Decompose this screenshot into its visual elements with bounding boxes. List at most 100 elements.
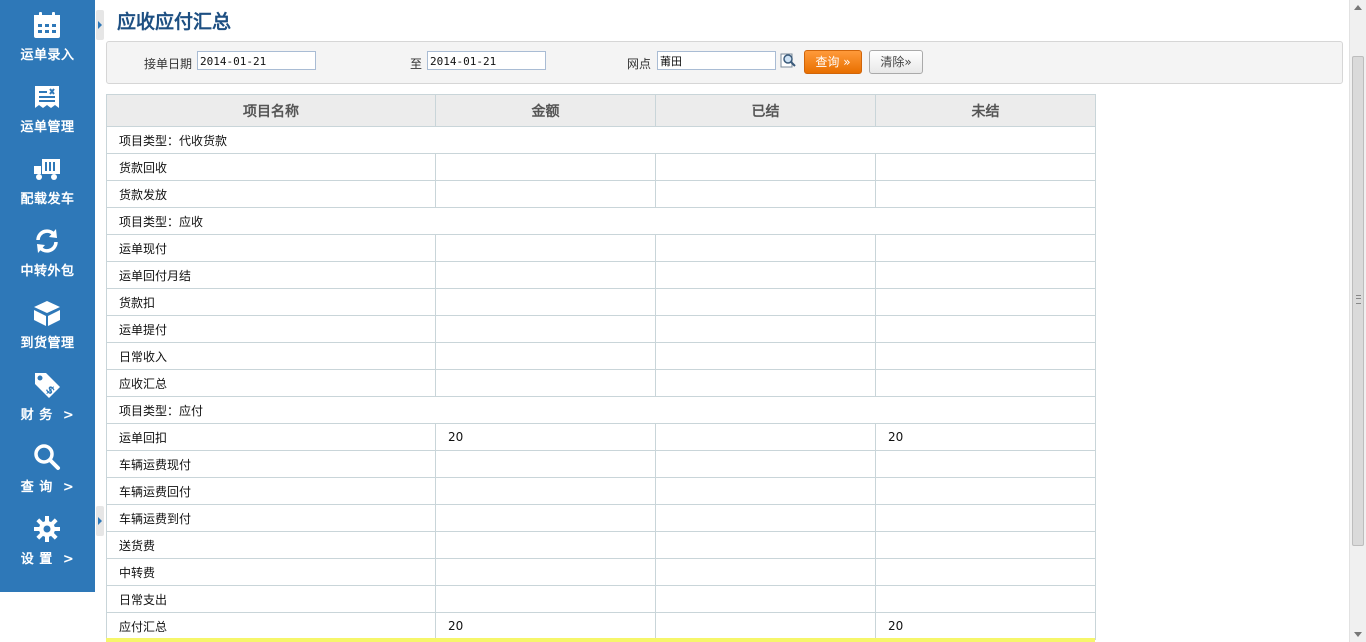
sidebar-item-label: 到货管理 (20, 336, 75, 351)
unsettled-cell (875, 153, 1096, 181)
truck-icon (31, 153, 63, 185)
settled-cell (655, 261, 876, 289)
amount-cell (435, 450, 656, 478)
item-name-cell: 货款回收 (106, 153, 436, 181)
unsettled-cell (875, 585, 1096, 613)
settled-cell (655, 315, 876, 343)
sidebar-item-transfer-outsourcing[interactable]: 中转外包 (0, 216, 95, 288)
item-name-cell: 车辆运费现付 (106, 450, 436, 478)
subtotal-row: 应付汇总 20 20 (106, 612, 1096, 640)
outlet-input[interactable]: 莆田 (657, 51, 776, 70)
date-label: 接单日期 (144, 57, 193, 71)
settled-cell (655, 234, 876, 262)
clear-button[interactable]: 清除» (869, 50, 923, 74)
table-row: 车辆运费现付 (106, 450, 1096, 478)
settled-cell (655, 450, 876, 478)
column-header-item-name: 项目名称 (106, 94, 436, 127)
amount-cell (435, 234, 656, 262)
item-name-cell: 货款发放 (106, 180, 436, 208)
scroll-down-arrow-icon[interactable] (1354, 632, 1362, 637)
unsettled-cell (875, 288, 1096, 316)
date-to-label: 至 (410, 57, 423, 71)
date-to-input[interactable]: 2014-01-21 (427, 51, 546, 70)
group-title-cell: 项目类型：应付 (106, 396, 1096, 424)
sidebar-item-query[interactable]: 查 询 > (0, 432, 95, 504)
calendar-icon (31, 9, 63, 41)
amount-cell (435, 504, 656, 532)
group-header-row: 项目类型：应收 (106, 207, 1096, 235)
box-icon (31, 297, 63, 329)
item-name-cell: 日常收入 (106, 342, 436, 370)
vertical-scrollbar[interactable] (1349, 0, 1366, 642)
group-title-cell: 项目类型：应收 (106, 207, 1096, 235)
amount-cell (435, 153, 656, 181)
group-header-row: 项目类型：代收货款 (106, 126, 1096, 154)
unsettled-cell (875, 558, 1096, 586)
item-name-cell: 运单回扣 (106, 423, 436, 451)
search-icon (31, 441, 63, 473)
settled-cell (655, 585, 876, 613)
table-row: 运单提付 (106, 315, 1096, 343)
grip-icon (1356, 295, 1361, 304)
amount-cell (435, 288, 656, 316)
table-row: 运单现付 (106, 234, 1096, 262)
item-name-cell: 运单现付 (106, 234, 436, 262)
item-name-cell: 车辆运费到付 (106, 504, 436, 532)
sidebar-collapse-handle[interactable] (96, 10, 104, 40)
settled-cell (655, 423, 876, 451)
unsettled-cell: 20 (875, 612, 1096, 640)
settled-cell (655, 531, 876, 559)
sidebar-item-label: 中转外包 (20, 264, 75, 279)
unsettled-cell (875, 477, 1096, 505)
item-name-cell: 运单回付月结 (106, 261, 436, 289)
unsettled-cell (875, 234, 1096, 262)
unsettled-cell (875, 315, 1096, 343)
unsettled-cell: 20 (875, 423, 1096, 451)
price-tag-icon: $ (31, 369, 63, 401)
scrollbar-thumb[interactable] (1352, 56, 1364, 546)
table-row: 货款回收 (106, 153, 1096, 181)
query-button[interactable]: 查询 » (804, 50, 862, 74)
date-from-input[interactable]: 2014-01-21 (197, 51, 316, 70)
table-row: 车辆运费回付 (106, 477, 1096, 505)
sidebar-item-label: 查 询 > (20, 480, 75, 495)
settled-cell (655, 612, 876, 640)
sidebar-item-finance[interactable]: $ 财 务 > (0, 360, 95, 432)
sidebar-item-arrival-management[interactable]: 到货管理 (0, 288, 95, 360)
scroll-up-arrow-icon[interactable] (1354, 5, 1362, 10)
unsettled-cell (875, 450, 1096, 478)
group-header-row: 项目类型：应付 (106, 396, 1096, 424)
column-header-settled: 已结 (655, 94, 876, 127)
lookup-search-icon[interactable] (780, 52, 797, 69)
settled-cell (655, 558, 876, 586)
filter-bar: 接单日期 2014-01-21 至 2014-01-21 网点 莆田 查询 » … (106, 41, 1343, 84)
amount-cell (435, 369, 656, 397)
item-name-cell: 货款扣 (106, 288, 436, 316)
unsettled-cell (875, 180, 1096, 208)
page-title: 应收应付汇总 (117, 11, 232, 33)
table-row: 货款扣 (106, 288, 1096, 316)
arrow-right-icon (98, 21, 102, 29)
unsettled-cell (875, 342, 1096, 370)
amount-cell (435, 531, 656, 559)
sidebar-collapse-handle-lower[interactable] (96, 506, 104, 536)
amount-cell (435, 342, 656, 370)
sidebar-item-loading-dispatch[interactable]: 配载发车 (0, 144, 95, 216)
unsettled-cell (875, 261, 1096, 289)
table-row: 送货费 (106, 531, 1096, 559)
settled-cell (655, 153, 876, 181)
sidebar-item-waybill-management[interactable]: 运单管理 (0, 72, 95, 144)
settled-cell (655, 342, 876, 370)
amount-cell (435, 180, 656, 208)
item-name-cell: 车辆运费回付 (106, 477, 436, 505)
next-row-strip (106, 638, 1095, 642)
settled-cell (655, 369, 876, 397)
sidebar-item-settings[interactable]: 设 置 > (0, 504, 95, 576)
amount-cell (435, 558, 656, 586)
item-name-cell: 应收汇总 (106, 369, 436, 397)
outlet-label: 网点 (627, 57, 652, 71)
table-header-row: 项目名称 金额 已结 未结 (106, 94, 1096, 127)
sidebar-item-waybill-entry[interactable]: 运单录入 (0, 0, 95, 72)
refresh-icon (31, 225, 63, 257)
item-name-cell: 送货费 (106, 531, 436, 559)
